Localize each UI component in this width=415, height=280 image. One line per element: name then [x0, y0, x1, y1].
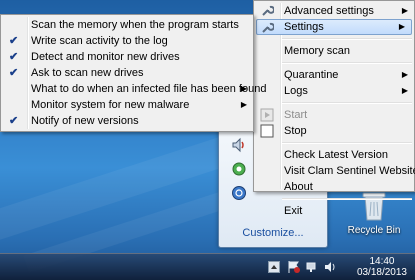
submenu-arrow-icon: ▶	[240, 100, 247, 109]
network-icon[interactable]	[305, 260, 319, 274]
menu-item-quarantine[interactable]: Quarantine ▶	[254, 67, 414, 83]
menu-item-memory-scan[interactable]: Memory scan	[254, 43, 414, 59]
menu-separator	[282, 62, 412, 64]
menu-item-label: Scan the memory when the program starts	[31, 19, 239, 31]
setting-infected-file-action[interactable]: What to do when an infected file has bee…	[1, 81, 266, 97]
customize-link[interactable]: Customize...	[219, 227, 327, 239]
menu-separator	[282, 38, 412, 40]
network-tray-icon[interactable]	[231, 185, 247, 201]
menu-item-label: Settings	[284, 21, 324, 33]
menu-item-advanced-settings[interactable]: Advanced settings ▶	[254, 3, 414, 19]
submenu-arrow-icon: ▶	[398, 22, 405, 31]
menu-item-label: Quarantine	[284, 69, 339, 81]
stop-icon	[260, 124, 274, 138]
menu-item-visit-website[interactable]: Visit Clam Sentinel Website	[254, 163, 415, 179]
menu-item-label: What to do when an infected file has bee…	[31, 83, 267, 95]
setting-scan-memory-on-start[interactable]: Scan the memory when the program starts	[1, 17, 253, 33]
menu-item-label: Check Latest Version	[284, 149, 388, 161]
setting-monitor-new-malware[interactable]: Monitor system for new malware ▶	[1, 97, 253, 113]
play-icon	[260, 108, 274, 122]
menu-item-check-latest-version[interactable]: Check Latest Version	[254, 147, 414, 163]
menu-item-label: Monitor system for new malware	[31, 99, 190, 111]
menu-item-label: Exit	[284, 205, 303, 217]
menu-separator	[282, 142, 412, 144]
menu-item-label: Advanced settings	[284, 5, 374, 17]
volume-icon[interactable]	[323, 260, 337, 274]
menu-item-label: Logs	[284, 85, 308, 97]
menu-item-start[interactable]: Start	[254, 107, 414, 123]
submenu-arrow-icon: ▶	[401, 86, 408, 95]
menu-item-label: Stop	[284, 125, 307, 137]
wrench-icon	[262, 5, 274, 16]
setting-notify-new-versions[interactable]: ✔ Notify of new versions	[1, 113, 253, 129]
menu-item-label: Write scan activity to the log	[31, 35, 168, 47]
menu-item-label: Memory scan	[284, 45, 351, 57]
menu-item-exit[interactable]: Exit	[254, 203, 414, 219]
checkmark-icon: ✔	[9, 51, 19, 63]
submenu-arrow-icon: ▶	[401, 6, 408, 15]
recycle-bin-label: Recycle Bin	[347, 225, 401, 236]
taskbar: 14:40 03/18/2013	[0, 253, 415, 280]
setting-write-scan-log[interactable]: ✔ Write scan activity to the log	[1, 33, 253, 49]
action-center-flag-icon[interactable]	[287, 260, 301, 274]
wrench-icon	[262, 22, 274, 33]
system-clock[interactable]: 14:40 03/18/2013	[357, 256, 407, 278]
menu-item-label: Visit Clam Sentinel Website	[284, 165, 415, 177]
menu-item-logs[interactable]: Logs ▶	[254, 83, 414, 99]
menu-item-settings[interactable]: Settings ▶	[256, 19, 412, 35]
checkmark-icon: ✔	[9, 35, 19, 47]
setting-detect-new-drives[interactable]: ✔ Detect and monitor new drives	[1, 49, 253, 65]
submenu-arrow-icon: ▶	[240, 84, 247, 93]
speaker-icon[interactable]	[231, 137, 247, 153]
clock-date: 03/18/2013	[356, 267, 407, 278]
setting-ask-scan-new-drives[interactable]: ✔ Ask to scan new drives	[1, 65, 253, 81]
clam-sentinel-context-menu: Advanced settings ▶ Settings ▶ Memory sc…	[253, 0, 415, 217]
settings-submenu: Scan the memory when the program starts …	[0, 14, 266, 132]
checkmark-icon: ✔	[9, 67, 19, 79]
menu-separator	[282, 102, 412, 104]
menu-item-label: Start	[284, 109, 308, 121]
menu-item-label: Detect and monitor new drives	[31, 51, 180, 63]
menu-item-about[interactable]: About	[254, 179, 414, 195]
menu-item-label: Ask to scan new drives	[31, 67, 144, 79]
submenu-arrow-icon: ▶	[401, 70, 408, 79]
menu-separator	[282, 198, 412, 200]
menu-item-stop[interactable]: Stop	[254, 123, 414, 139]
clock-time: 14:40	[369, 256, 395, 267]
show-hidden-icons-chevron-icon[interactable]	[268, 261, 280, 273]
app-tray-icon[interactable]	[231, 161, 247, 177]
checkmark-icon: ✔	[9, 115, 19, 127]
menu-item-label: Notify of new versions	[31, 115, 139, 127]
menu-item-label: About	[284, 181, 313, 193]
